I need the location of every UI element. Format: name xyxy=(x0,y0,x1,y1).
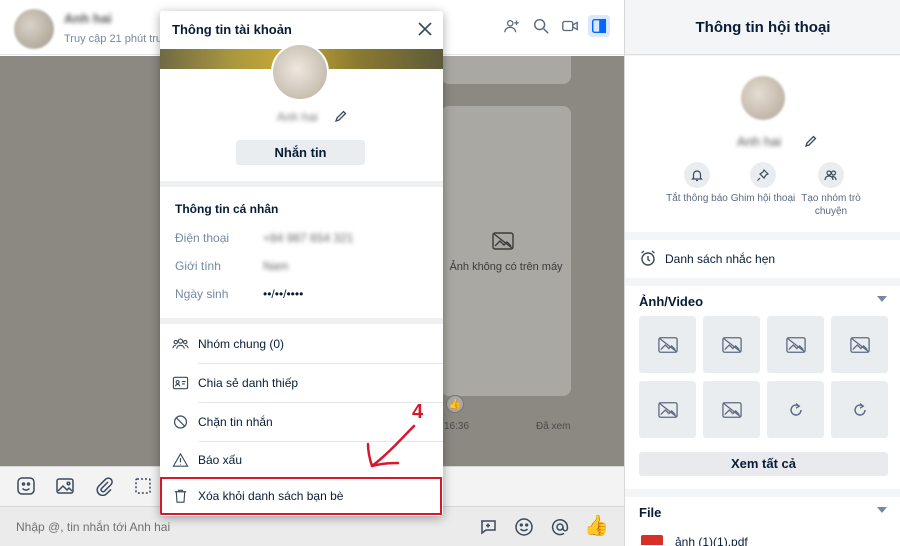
reload-icon xyxy=(853,402,866,416)
view-all-media-button[interactable]: Xem tất cả xyxy=(639,452,888,476)
media-thumbnail[interactable] xyxy=(767,316,824,373)
alarm-clock-icon xyxy=(641,250,655,266)
section-divider xyxy=(160,318,443,324)
profile-avatar[interactable] xyxy=(271,43,329,101)
panel-profile: Anh hai Tắt thông báo Ghim hội thoại Tạo… xyxy=(625,56,900,232)
block-messages-label: Chặn tin nhắn xyxy=(198,415,273,429)
broken-image-icon xyxy=(657,401,678,418)
screenshot-icon[interactable] xyxy=(133,476,153,496)
mention-icon[interactable] xyxy=(550,517,570,537)
modal-title: Thông tin tài khoản xyxy=(172,22,292,37)
quick-message-icon[interactable] xyxy=(478,517,498,537)
section-divider xyxy=(160,181,443,187)
broken-image-icon xyxy=(849,336,870,353)
create-group-button[interactable]: Tạo nhóm trò chuyện xyxy=(791,162,871,218)
search-icon[interactable] xyxy=(530,15,552,37)
broken-image-icon xyxy=(785,336,806,353)
panel-name: Anh hai xyxy=(737,134,782,149)
reload-icon xyxy=(789,402,802,416)
image-icon[interactable] xyxy=(55,476,75,496)
file-name[interactable]: ảnh (1)(1).pdf xyxy=(675,535,748,546)
reminder-list-row[interactable]: Danh sách nhắc hẹn xyxy=(625,240,900,278)
send-message-button[interactable]: Nhắn tin xyxy=(236,140,365,165)
seen-status: Đã xem xyxy=(536,421,571,432)
video-call-icon[interactable] xyxy=(559,15,581,37)
like-reaction-icon[interactable]: 👍 xyxy=(446,395,464,413)
collapse-file-icon[interactable] xyxy=(877,507,887,513)
group-icon xyxy=(172,338,189,349)
reminder-list-label: Danh sách nhắc hẹn xyxy=(665,252,776,266)
create-group-label: Tạo nhóm trò chuyện xyxy=(801,193,861,217)
edit-name-icon[interactable] xyxy=(803,133,819,149)
thumbs-up-icon[interactable]: 👍 xyxy=(584,513,610,539)
remove-friend-label: Xóa khỏi danh sách bạn bè xyxy=(198,489,344,503)
contact-avatar[interactable] xyxy=(14,9,54,49)
sticker-icon[interactable] xyxy=(16,476,36,496)
personal-info-title: Thông tin cá nhân xyxy=(175,202,279,216)
common-groups-label: Nhóm chung (0) xyxy=(198,337,285,351)
image-message[interactable] xyxy=(441,106,571,396)
add-group-icon xyxy=(818,162,844,188)
media-section-title: Ảnh/Video xyxy=(639,294,704,309)
media-thumbnail[interactable] xyxy=(703,316,760,373)
report-label: Báo xấu xyxy=(198,453,243,467)
media-thumbnail[interactable] xyxy=(639,316,696,373)
broken-image-icon xyxy=(721,336,742,353)
birthday-value: ••/••/•••• xyxy=(263,287,304,301)
panel-title: Thông tin hội thoại xyxy=(625,0,900,55)
trash-icon xyxy=(174,489,187,503)
bell-icon xyxy=(684,162,710,188)
gender-value: Nam xyxy=(263,259,289,273)
media-section: Ảnh/Video Xem tất cả xyxy=(625,286,900,489)
media-thumbnail[interactable] xyxy=(831,316,888,373)
media-thumbnail[interactable] xyxy=(767,381,824,438)
message-input-placeholder: Nhập @, tin nhắn tới Anh hai xyxy=(16,520,171,534)
media-thumbnail[interactable] xyxy=(831,381,888,438)
media-thumbnail[interactable] xyxy=(703,381,760,438)
emoji-icon[interactable] xyxy=(514,517,534,537)
contact-card-icon xyxy=(172,376,189,390)
close-icon[interactable] xyxy=(417,21,433,37)
birthday-label: Ngày sinh xyxy=(175,287,229,301)
broken-image-icon xyxy=(657,336,678,353)
phone-label: Điện thoại xyxy=(175,231,230,245)
annotation-arrow-icon xyxy=(366,424,416,468)
pin-icon xyxy=(750,162,776,188)
warning-icon xyxy=(172,452,189,467)
message-time: 16:36 xyxy=(444,421,470,432)
profile-name: Anh hai xyxy=(277,110,318,124)
common-groups-item[interactable]: Nhóm chung (0) xyxy=(160,325,443,363)
broken-image-icon xyxy=(492,232,514,250)
attachment-icon[interactable] xyxy=(94,476,114,496)
file-section: File ảnh (1)(1).pdf xyxy=(625,497,900,546)
edit-name-icon[interactable] xyxy=(333,108,349,124)
share-contact-item[interactable]: Chia sẻ danh thiếp xyxy=(160,364,443,402)
block-icon xyxy=(173,415,188,429)
message-bubble xyxy=(441,56,571,84)
no-image-text: Ảnh không có trên máy xyxy=(449,261,563,273)
phone-value: +84 987 654 321 xyxy=(263,231,354,245)
share-contact-label: Chia sẻ danh thiếp xyxy=(198,376,299,390)
panel-avatar[interactable] xyxy=(741,76,785,120)
pdf-file-icon xyxy=(641,535,663,545)
remove-friend-item[interactable]: Xóa khỏi danh sách bạn bè xyxy=(160,477,442,515)
broken-image-icon xyxy=(721,401,742,418)
media-thumbnail[interactable] xyxy=(639,381,696,438)
gender-label: Giới tính xyxy=(175,259,221,273)
contact-name[interactable]: Anh hai xyxy=(64,11,112,26)
toggle-sidebar-icon[interactable] xyxy=(588,15,610,37)
file-section-title: File xyxy=(639,505,662,520)
conversation-info-panel: Thông tin hội thoại Anh hai Tắt thông bá… xyxy=(624,0,900,546)
add-friend-icon[interactable] xyxy=(501,15,523,37)
collapse-media-icon[interactable] xyxy=(877,296,887,302)
